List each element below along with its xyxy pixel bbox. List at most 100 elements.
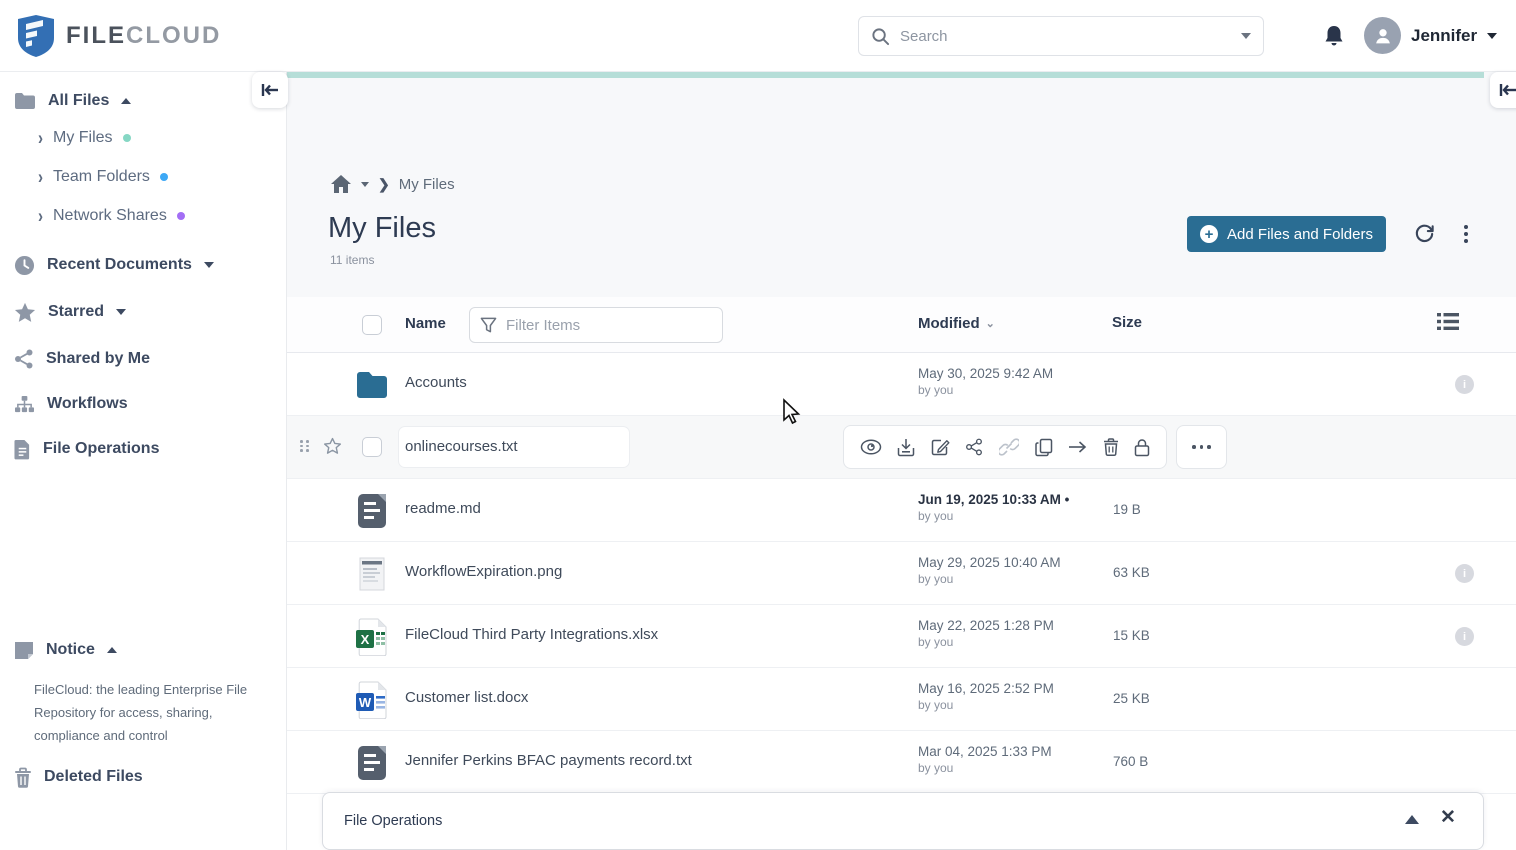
- sidebar-item-team-folders[interactable]: › Team Folders: [38, 165, 168, 189]
- home-icon[interactable]: [330, 174, 352, 194]
- sidebar-item-deleted-files[interactable]: Deleted Files: [14, 764, 143, 790]
- file-operations-panel: File Operations ✕: [322, 792, 1484, 850]
- user-menu[interactable]: Jennifer: [1364, 17, 1498, 54]
- file-name[interactable]: FileCloud Third Party Integrations.xlsx: [405, 626, 658, 643]
- word-file-icon: W: [356, 681, 387, 719]
- chevron-right-icon: ›: [38, 204, 43, 228]
- table-row[interactable]: Accounts May 30, 2025 9:42 AM by you i: [287, 353, 1516, 416]
- collapse-caret-icon: [121, 98, 132, 104]
- folder-icon: [15, 93, 35, 109]
- size-cell: 25 KB: [1113, 691, 1150, 706]
- right-panel-collapse-button[interactable]: [1490, 72, 1516, 108]
- sidebar-item-all-files[interactable]: All Files: [14, 88, 132, 114]
- text-file-icon: [358, 494, 386, 528]
- copy-icon[interactable]: [1034, 438, 1053, 457]
- folder-icon: [357, 372, 387, 398]
- file-name[interactable]: onlinecourses.txt: [405, 438, 518, 455]
- sidebar-item-network-shares[interactable]: › Network Shares: [38, 204, 185, 228]
- item-count: 11 items: [330, 253, 375, 267]
- panel-expand-button[interactable]: [1405, 815, 1419, 824]
- file-name[interactable]: Jennifer Perkins BFAC payments record.tx…: [405, 752, 692, 769]
- drag-handle[interactable]: [300, 440, 310, 452]
- clock-icon: [14, 255, 35, 275]
- file-icon: [14, 439, 30, 459]
- move-icon[interactable]: [1068, 440, 1087, 454]
- share-icon[interactable]: [965, 438, 983, 456]
- row-action-toolbar: [843, 425, 1167, 469]
- sidebar-item-file-operations[interactable]: File Operations: [14, 436, 159, 462]
- modified-cell: May 16, 2025 2:52 PM by you: [918, 681, 1054, 712]
- sidebar-item-shared-by-me[interactable]: Shared by Me: [14, 346, 150, 372]
- collapse-left-icon: [261, 84, 278, 96]
- panel-close-button[interactable]: ✕: [1440, 806, 1456, 829]
- column-header-modified[interactable]: Modified ⌄: [918, 315, 995, 332]
- search-input[interactable]: [900, 27, 1231, 45]
- team-folders-status-dot: [159, 173, 168, 181]
- search-scope-dropdown-icon[interactable]: [1241, 33, 1251, 39]
- refresh-button[interactable]: [1413, 222, 1436, 248]
- file-name[interactable]: readme.md: [405, 500, 481, 517]
- excel-file-icon: X: [356, 618, 387, 656]
- copy-link-icon[interactable]: [998, 438, 1019, 456]
- table-row[interactable]: X FileCloud Third Party Integrations.xls…: [287, 605, 1516, 668]
- table-row-hovered[interactable]: onlinecourses.txt: [287, 416, 1516, 479]
- preview-icon[interactable]: [860, 439, 882, 455]
- main-content: ❯ My Files My Files 11 items + Add Files…: [287, 72, 1516, 850]
- table-row[interactable]: WorkflowExpiration.png May 29, 2025 10:4…: [287, 542, 1516, 605]
- table-header: Name Modified⌄ Size: [287, 297, 1516, 353]
- file-table: Name Modified⌄ Size Accounts May 30, 202…: [287, 297, 1516, 850]
- sidebar: All Files › My Files › Team Folders › Ne…: [0, 72, 287, 850]
- notifications-button[interactable]: [1322, 24, 1346, 55]
- delete-icon[interactable]: [1103, 438, 1119, 456]
- modified-cell: Mar 04, 2025 1:33 PM by you: [918, 744, 1052, 775]
- download-icon[interactable]: [897, 438, 915, 457]
- edit-icon[interactable]: [931, 438, 950, 457]
- more-options-button[interactable]: [1459, 222, 1473, 246]
- expand-caret-icon: [116, 309, 127, 315]
- collapse-left-icon: [1499, 84, 1516, 96]
- info-icon[interactable]: i: [1455, 564, 1474, 583]
- workflow-icon: [15, 395, 34, 412]
- row-more-button[interactable]: [1176, 425, 1227, 469]
- file-name[interactable]: Accounts: [405, 374, 467, 391]
- notice-icon: [15, 642, 33, 659]
- info-icon[interactable]: i: [1455, 627, 1474, 646]
- sidebar-item-notice[interactable]: Notice: [14, 637, 117, 663]
- avatar: [1364, 17, 1401, 54]
- collapse-caret-icon: [106, 647, 117, 653]
- add-files-button[interactable]: + Add Files and Folders: [1187, 216, 1386, 252]
- notice-text: FileCloud: the leading Enterprise File R…: [34, 682, 248, 743]
- file-name[interactable]: Customer list.docx: [405, 689, 528, 706]
- sidebar-item-starred[interactable]: Starred: [14, 299, 127, 325]
- star-icon: [14, 302, 36, 322]
- share-icon: [15, 349, 33, 369]
- row-checkbox[interactable]: [362, 437, 382, 457]
- column-header-name[interactable]: Name: [405, 315, 446, 332]
- sidebar-item-recent-documents[interactable]: Recent Documents: [14, 252, 214, 278]
- breadcrumb-current[interactable]: My Files: [399, 176, 455, 193]
- info-icon[interactable]: i: [1455, 375, 1474, 394]
- modified-cell: May 29, 2025 10:40 AM by you: [918, 555, 1061, 586]
- filter-icon: [480, 317, 497, 332]
- sort-caret-icon: ⌄: [985, 318, 995, 330]
- sidebar-item-my-files[interactable]: › My Files: [38, 126, 131, 150]
- sidebar-collapse-button[interactable]: [252, 72, 288, 108]
- global-search: [858, 16, 1264, 56]
- sidebar-item-workflows[interactable]: Workflows: [14, 391, 128, 417]
- select-all-checkbox[interactable]: [362, 315, 382, 335]
- my-files-status-dot: [122, 134, 131, 142]
- table-row[interactable]: W Customer list.docx May 16, 2025 2:52 P…: [287, 668, 1516, 731]
- table-row[interactable]: Jennifer Perkins BFAC payments record.tx…: [287, 731, 1516, 794]
- star-toggle-icon[interactable]: [323, 437, 342, 460]
- filecloud-logo[interactable]: FILECLOUD: [16, 14, 221, 58]
- chevron-right-icon: ›: [38, 126, 43, 150]
- lock-icon[interactable]: [1134, 438, 1150, 457]
- list-view-toggle[interactable]: [1437, 312, 1459, 336]
- filter-input[interactable]: [506, 316, 712, 334]
- column-header-size[interactable]: Size: [1112, 314, 1142, 331]
- breadcrumb-dropdown-icon[interactable]: [361, 181, 369, 187]
- text-file-icon: [358, 746, 386, 780]
- file-name[interactable]: WorkflowExpiration.png: [405, 563, 562, 580]
- expand-caret-icon: [203, 262, 214, 268]
- table-row[interactable]: readme.md Jun 19, 2025 10:33 AM • by you…: [287, 479, 1516, 542]
